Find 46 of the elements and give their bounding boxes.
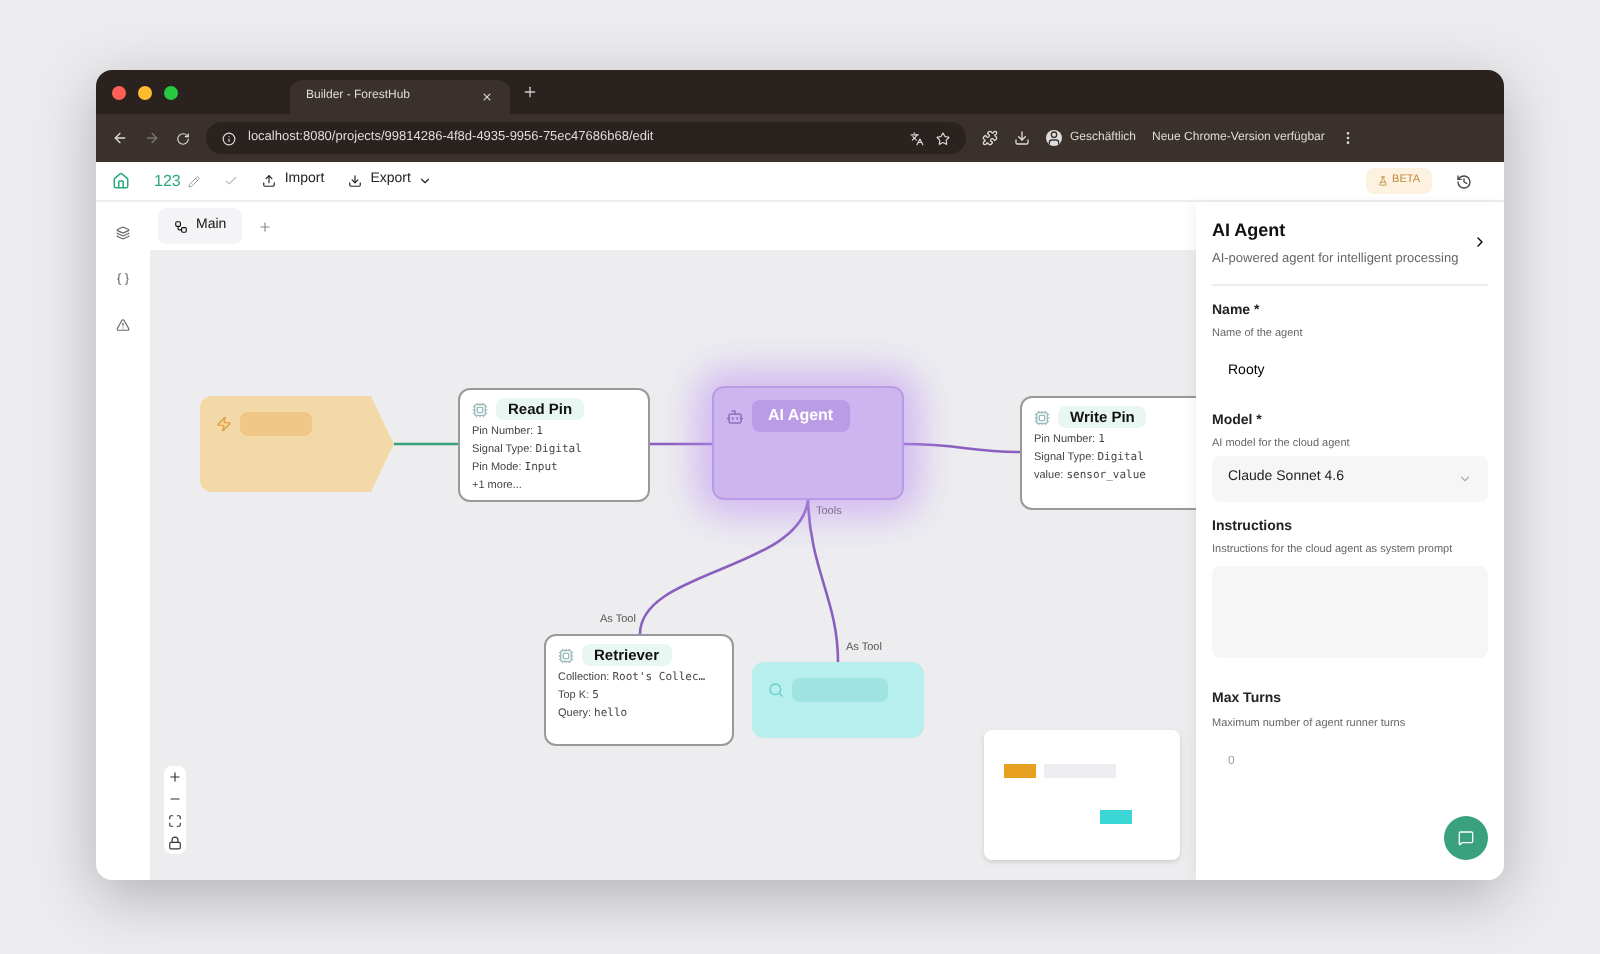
chip-icon	[1034, 409, 1050, 426]
minimap-node	[1100, 810, 1132, 824]
home-icon[interactable]	[112, 172, 130, 190]
robot-icon	[726, 407, 744, 425]
edit-icon[interactable]	[188, 175, 201, 187]
chevron-icon	[418, 174, 433, 188]
lock-icon[interactable]	[168, 836, 182, 850]
chip-icon	[558, 647, 574, 664]
download-icon	[348, 174, 363, 188]
layers-icon[interactable]	[116, 226, 130, 240]
translate-icon[interactable]	[910, 131, 924, 145]
extensions-icon[interactable]	[982, 130, 998, 146]
chevron-icon	[1458, 471, 1472, 486]
upload-icon	[262, 174, 277, 188]
panel-title: AI Agent	[1212, 218, 1288, 244]
flow-icon	[174, 219, 188, 233]
chat-button[interactable]	[1444, 816, 1488, 860]
trigger-node[interactable]	[200, 396, 394, 492]
tool-node[interactable]	[752, 662, 924, 738]
search-icon	[768, 682, 784, 698]
node-title: AI Agent	[752, 400, 850, 432]
info-icon	[222, 131, 236, 145]
edge-line	[904, 442, 1020, 454]
collapse-icon[interactable]	[1472, 234, 1488, 250]
back-icon[interactable]	[112, 130, 128, 146]
edge-line	[394, 442, 458, 446]
minimap-node	[1004, 764, 1036, 778]
fit-view-icon[interactable]	[168, 814, 182, 828]
check-icon[interactable]	[224, 174, 239, 188]
chat-icon	[1458, 830, 1474, 846]
chip-icon	[472, 401, 488, 418]
bookmark-icon[interactable]	[936, 131, 950, 145]
node-pill	[240, 412, 312, 436]
node-pill	[792, 678, 888, 702]
zoom-in-icon[interactable]	[168, 770, 182, 784]
bolt-icon	[216, 416, 232, 432]
avatar-icon	[1046, 130, 1062, 146]
forward-icon[interactable]	[144, 130, 160, 146]
reload-icon[interactable]	[176, 131, 190, 145]
edge-line	[650, 442, 712, 446]
download-icon[interactable]	[1014, 130, 1030, 146]
new-tab-icon[interactable]	[522, 84, 538, 100]
variables-icon[interactable]	[116, 272, 130, 286]
warning-icon[interactable]	[116, 318, 130, 332]
history-icon[interactable]	[1456, 173, 1472, 189]
zoom-out-icon[interactable]	[168, 792, 182, 806]
